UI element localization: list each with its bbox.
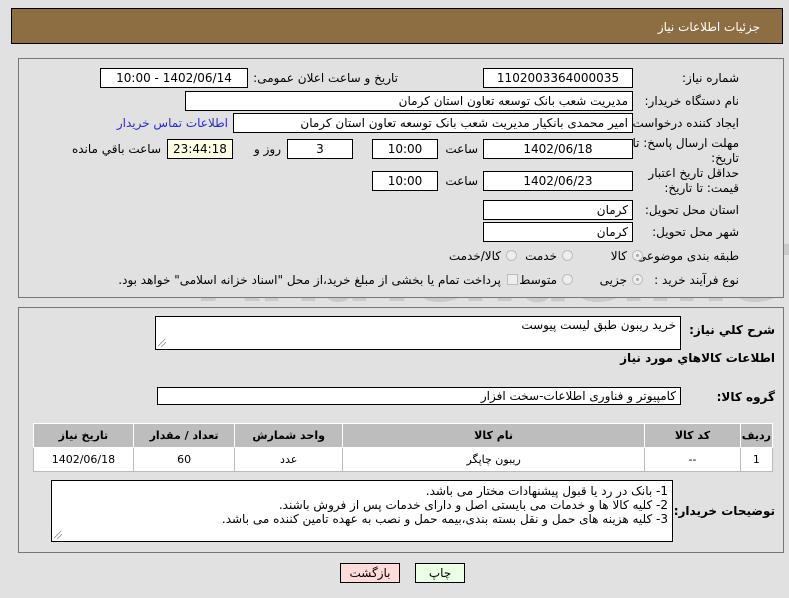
delivery-city-field: کرمان: [483, 222, 633, 242]
reply-time-label: ساعت: [445, 142, 478, 156]
purchase-option-minor: جزیی: [599, 273, 627, 287]
delivery-city-label: شهر محل تحویل:: [652, 225, 739, 239]
buyer-org-label: نام دستگاه خریدار:: [644, 94, 740, 108]
purchase-option-medium: متوسط: [519, 273, 557, 287]
category-radio-service[interactable]: [562, 250, 573, 261]
resize-grip-icon[interactable]: [158, 339, 166, 347]
announce-datetime-field: 1402/06/14 - 10:00: [100, 68, 248, 88]
print-button[interactable]: چاپ: [415, 563, 465, 583]
category-option-service: خدمت: [525, 249, 557, 263]
announce-datetime-label: تاریخ و ساعت اعلان عمومی:: [253, 71, 398, 85]
general-desc-text: خرید ریبون طبق لیست پیوست: [521, 318, 676, 332]
purchase-radio-medium[interactable]: [562, 274, 573, 285]
cell-goods-code: --: [644, 447, 741, 472]
col-need-date: تاریخ نیاز: [33, 423, 134, 448]
buyer-note-line: 2- کلیه کالا ها و خدمات می بایستی اصل و …: [278, 498, 668, 512]
requester-field: امیر محمدی بانکیار مدیریت شعب بانک توسعه…: [233, 113, 633, 133]
col-goods-name: نام کالا: [341, 423, 646, 448]
goods-table: ردیف کد کالا نام کالا واحد شمارش تعداد /…: [33, 423, 774, 472]
goods-group-label: گروه کالا:: [716, 390, 775, 404]
reply-deadline-label: مهلت ارسال پاسخ: تا تاریخ:: [632, 136, 739, 165]
need-info-panel: شماره نیاز: 1102003364000035 تاریخ و ساع…: [18, 58, 784, 298]
page-header: جزئیات اطلاعات نیاز: [11, 8, 783, 44]
general-desc-label: شرح کلي نياز:: [689, 323, 775, 337]
treasury-payment-note: پرداخت تمام یا بخشی از مبلغ خرید،از محل …: [118, 273, 501, 287]
days-label: روز و: [254, 142, 281, 156]
category-label: طبقه بندی موضوعی:: [632, 249, 739, 263]
delivery-province-label: استان محل تحویل:: [644, 203, 739, 217]
cell-row-number: 1: [739, 447, 774, 472]
buyer-org-field: مدیریت شعب بانک توسعه تعاون استان کرمان: [185, 91, 633, 111]
requester-label: ایجاد کننده درخواست:: [628, 116, 739, 130]
col-row-number: ردیف: [739, 423, 774, 448]
cell-need-date: 1402/06/18: [33, 447, 134, 472]
reply-deadline-date: 1402/06/18: [483, 139, 633, 159]
table-row: 1 -- ریبون چاپگر عدد 60 1402/06/18: [33, 447, 774, 472]
goods-details-panel: شرح کلي نياز: خرید ریبون طبق لیست پیوست …: [18, 307, 784, 553]
cell-goods-name: ریبون چاپگر: [341, 447, 646, 472]
price-validity-date: 1402/06/23: [483, 171, 633, 191]
need-number-field: 1102003364000035: [483, 68, 633, 88]
price-time-label: ساعت: [445, 174, 478, 188]
cell-unit: عدد: [234, 447, 343, 472]
purchase-radio-minor[interactable]: [632, 274, 643, 285]
goods-group-field: کامپیوتر و فناوری اطلاعات-سخت افزار: [157, 387, 681, 405]
buyer-notes-label: توضیحات خریدار:: [673, 504, 775, 518]
need-number-label: شماره نیاز:: [682, 71, 739, 85]
buyer-contact-link[interactable]: اطلاعات تماس خریدار: [117, 116, 228, 130]
col-quantity: تعداد / مقدار: [132, 423, 236, 448]
category-option-goods-service: کالا/خدمت: [448, 249, 501, 263]
category-option-goods: کالا: [610, 249, 627, 263]
remaining-time: 23:44:18: [167, 139, 233, 159]
buyer-note-line: 1- بانک در رد یا قبول پیشنهادات مختار می…: [425, 484, 668, 498]
buyer-notes-field[interactable]: 1- بانک در رد یا قبول پیشنهادات مختار می…: [51, 480, 673, 542]
back-button[interactable]: بازگشت: [340, 563, 400, 583]
remaining-days: 3: [287, 139, 353, 159]
category-radio-goods[interactable]: [632, 250, 643, 261]
general-desc-field[interactable]: خرید ریبون طبق لیست پیوست: [155, 316, 681, 350]
table-header-row: ردیف کد کالا نام کالا واحد شمارش تعداد /…: [33, 423, 774, 448]
buyer-note-line: 3- کلیه هزینه های حمل و نقل بسته بندی،بی…: [221, 512, 668, 526]
treasury-payment-checkbox[interactable]: [507, 274, 518, 285]
remaining-label: ساعت باقي مانده: [71, 142, 161, 156]
delivery-province-field: کرمان: [483, 200, 633, 220]
price-validity-time: 10:00: [372, 171, 438, 191]
page-title: جزئیات اطلاعات نیاز: [657, 20, 760, 34]
purchase-type-label: نوع فرآیند خرید :: [654, 273, 739, 287]
cell-quantity: 60: [132, 447, 236, 472]
price-validity-label: حداقل تاریخ اعتبار قیمت: تا تاریخ:: [648, 166, 739, 195]
col-goods-code: کد کالا: [644, 423, 741, 448]
goods-info-title: اطلاعات کالاهاي مورد نياز: [620, 351, 775, 365]
reply-deadline-time: 10:00: [372, 139, 438, 159]
category-radio-goods-service[interactable]: [506, 250, 517, 261]
col-unit: واحد شمارش: [234, 423, 343, 448]
resize-grip-icon[interactable]: [54, 531, 62, 539]
